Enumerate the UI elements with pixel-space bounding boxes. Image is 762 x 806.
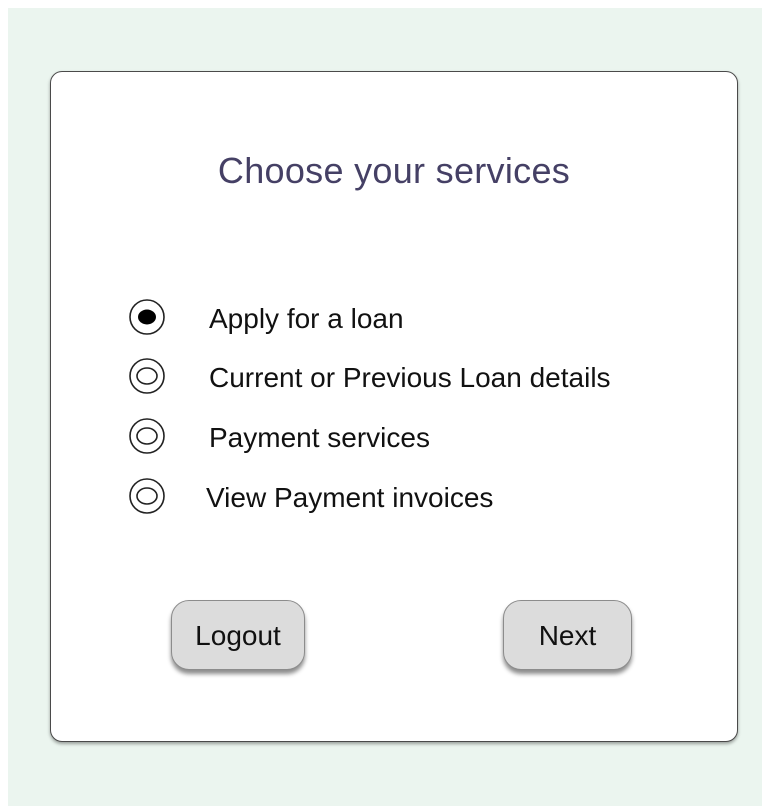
services-card: Choose your services Apply for a loan Cu…	[50, 71, 738, 742]
radio-unselected-icon[interactable]	[127, 356, 167, 396]
radio-selected-icon[interactable]	[127, 297, 167, 337]
page-title: Choose your services	[217, 150, 571, 191]
logout-button[interactable]: Logout	[171, 600, 305, 670]
next-button[interactable]: Next	[503, 600, 632, 670]
option-loan-details[interactable]: Current or Previous Loan details	[127, 356, 707, 400]
option-apply-for-loan[interactable]: Apply for a loan	[127, 297, 707, 341]
option-label: Payment services	[209, 422, 430, 453]
radio-unselected-icon[interactable]	[127, 416, 167, 456]
option-label: Apply for a loan	[209, 303, 404, 334]
option-label: Current or Previous Loan details	[209, 362, 611, 393]
radio-unselected-icon[interactable]	[127, 476, 167, 516]
option-label: View Payment invoices	[206, 482, 494, 513]
option-payment-services[interactable]: Payment services	[127, 416, 707, 460]
page-background: Choose your services Apply for a loan Cu…	[8, 8, 762, 806]
option-view-invoices[interactable]: View Payment invoices	[127, 476, 707, 520]
